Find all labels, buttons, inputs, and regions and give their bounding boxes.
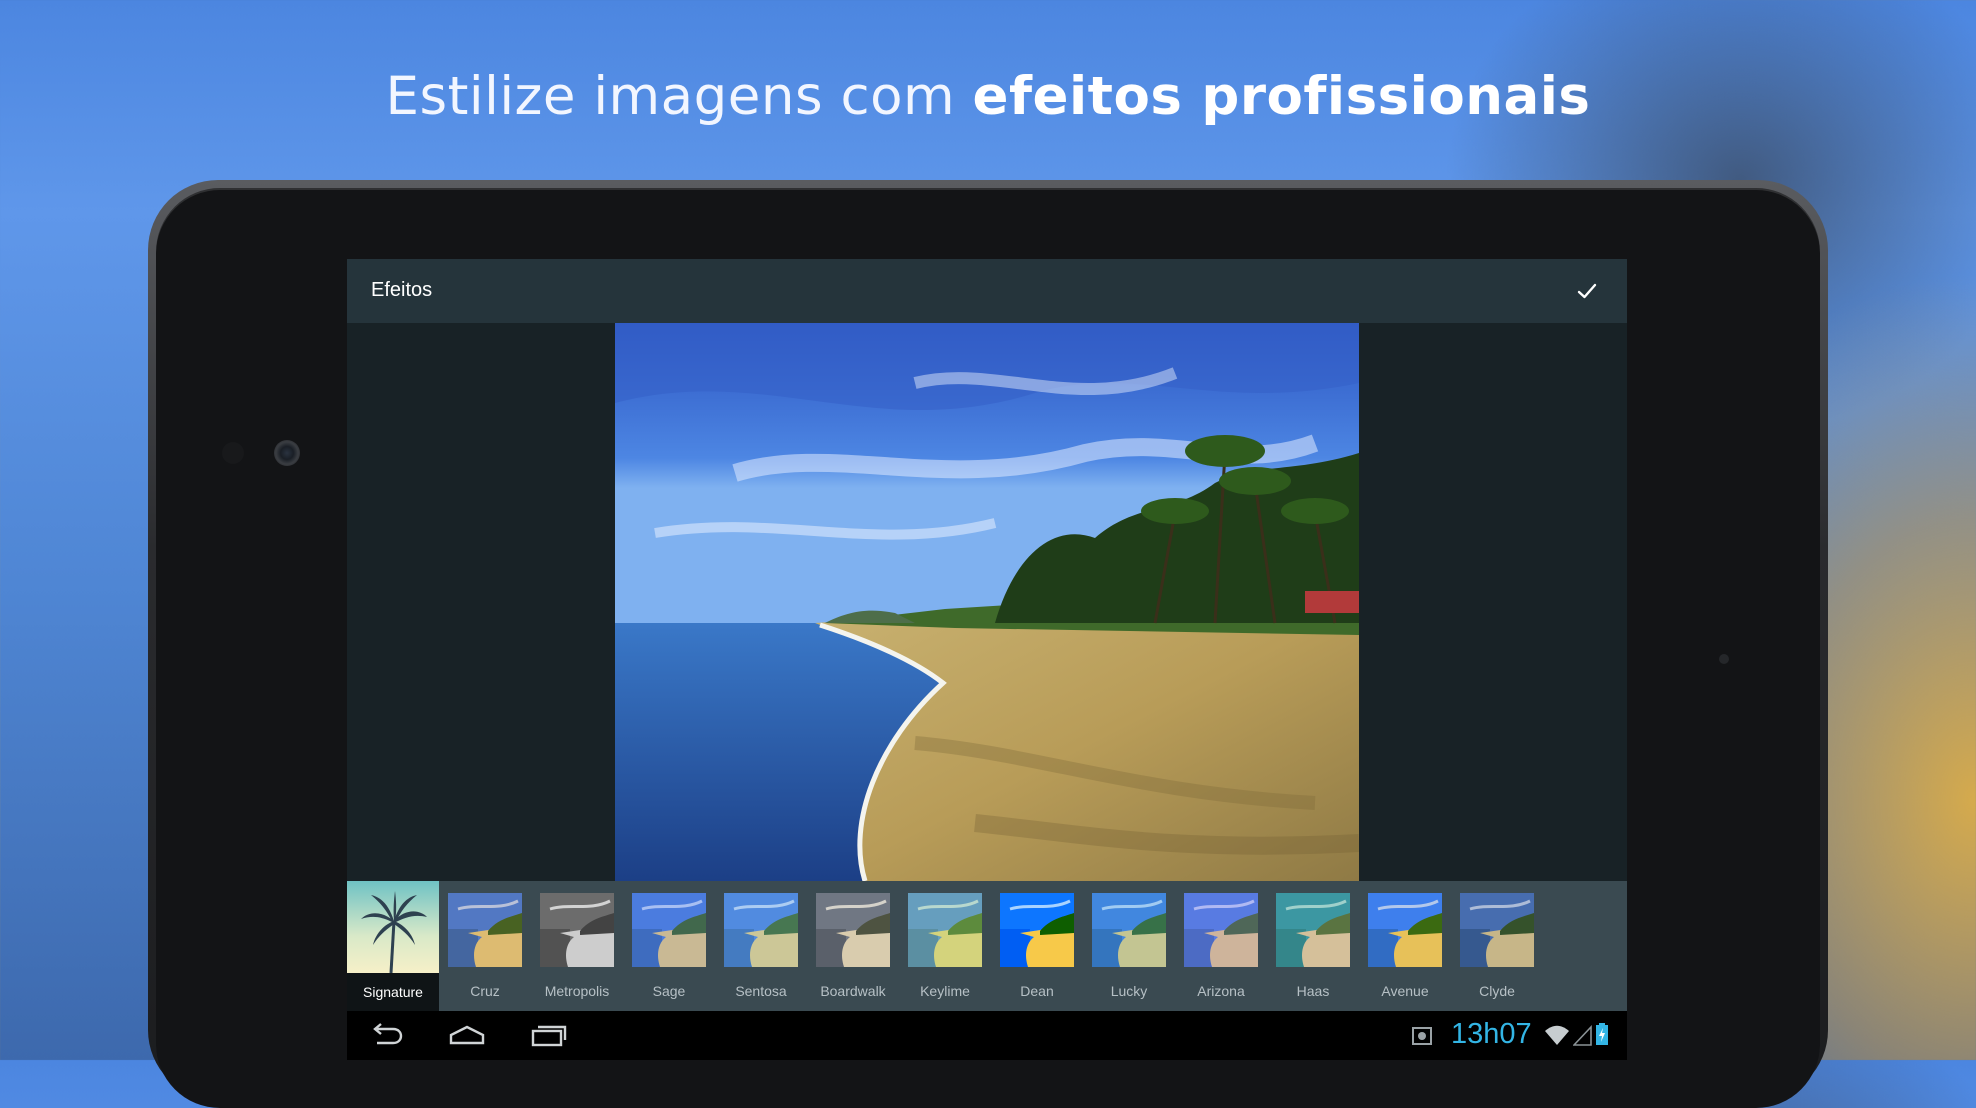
effect-thumbnail bbox=[1460, 893, 1534, 967]
screen-title: Efeitos bbox=[371, 279, 433, 301]
effect-dean[interactable]: Dean bbox=[991, 881, 1083, 1011]
effect-haas[interactable]: Haas bbox=[1267, 881, 1359, 1011]
headline: Estilize imagens com efeitos profissiona… bbox=[0, 66, 1976, 127]
effect-thumbnail bbox=[1000, 893, 1074, 967]
effect-avenue[interactable]: Avenue bbox=[1359, 881, 1451, 1011]
effect-thumbnail bbox=[816, 893, 890, 967]
effect-thumbnail bbox=[632, 893, 706, 967]
effect-label: Boardwalk bbox=[820, 983, 886, 999]
effect-sage[interactable]: Sage bbox=[623, 881, 715, 1011]
system-nav-bar: 13h07 bbox=[347, 1011, 1627, 1060]
home-icon[interactable] bbox=[447, 1019, 487, 1051]
tablet-sensor bbox=[222, 442, 244, 464]
back-icon[interactable] bbox=[367, 1019, 407, 1051]
effect-metropolis[interactable]: Metropolis bbox=[531, 881, 623, 1011]
effect-thumbnail bbox=[908, 893, 982, 967]
beach-photo-preview bbox=[615, 323, 1359, 881]
recent-apps-icon[interactable] bbox=[529, 1019, 569, 1051]
confirm-button[interactable] bbox=[1571, 275, 1603, 307]
effect-label: Lucky bbox=[1110, 983, 1148, 999]
effect-clyde[interactable]: Clyde bbox=[1451, 881, 1543, 1011]
effect-label: Signature bbox=[363, 984, 423, 1000]
effect-keylime[interactable]: Keylime bbox=[899, 881, 991, 1011]
effect-label: Keylime bbox=[920, 983, 970, 999]
effect-thumbnail bbox=[1092, 893, 1166, 967]
effect-label: Arizona bbox=[1197, 983, 1245, 999]
app-screen: Efeitos Signature Cruz Metropolis Sage S… bbox=[347, 259, 1627, 1060]
signature-palm-thumbnail bbox=[347, 881, 439, 973]
signal-icon bbox=[1573, 1024, 1592, 1046]
effect-label: Sage bbox=[652, 983, 686, 999]
effect-signature[interactable]: Signature bbox=[347, 881, 439, 1011]
headline-regular: Estilize imagens com bbox=[385, 66, 973, 127]
effect-arizona[interactable]: Arizona bbox=[1175, 881, 1267, 1011]
wifi-icon bbox=[1545, 1025, 1569, 1045]
effect-label: Metropolis bbox=[544, 983, 610, 999]
effect-thumbnail bbox=[724, 893, 798, 967]
effect-label: Haas bbox=[1296, 983, 1330, 999]
battery-charging-icon bbox=[1596, 1023, 1608, 1045]
effect-thumbnail bbox=[1368, 893, 1442, 967]
effect-label: Dean bbox=[1020, 983, 1054, 999]
effect-boardwalk[interactable]: Boardwalk bbox=[807, 881, 899, 1011]
effect-label: Avenue bbox=[1381, 983, 1429, 999]
effect-thumbnail bbox=[1184, 893, 1258, 967]
headline-bold: efeitos profissionais bbox=[972, 66, 1591, 127]
effect-label: Sentosa bbox=[735, 983, 787, 999]
action-bar: Efeitos bbox=[347, 259, 1627, 323]
effect-sentosa[interactable]: Sentosa bbox=[715, 881, 807, 1011]
status-clock: 13h07 bbox=[1451, 1018, 1532, 1050]
effect-thumbnail bbox=[540, 893, 614, 967]
effect-label: Clyde bbox=[1479, 983, 1515, 999]
effect-label: Cruz bbox=[470, 983, 500, 999]
effect-lucky[interactable]: Lucky bbox=[1083, 881, 1175, 1011]
check-icon bbox=[1577, 283, 1597, 299]
effect-cruz[interactable]: Cruz bbox=[439, 881, 531, 1011]
tablet-notification-dot bbox=[1719, 654, 1729, 664]
screenshot-icon bbox=[1412, 1027, 1432, 1045]
effect-thumbnail bbox=[1276, 893, 1350, 967]
effect-thumbnail bbox=[448, 893, 522, 967]
preview-area bbox=[347, 323, 1627, 885]
effects-strip: Signature Cruz Metropolis Sage Sentosa B… bbox=[347, 881, 1627, 1011]
front-camera bbox=[274, 440, 300, 466]
